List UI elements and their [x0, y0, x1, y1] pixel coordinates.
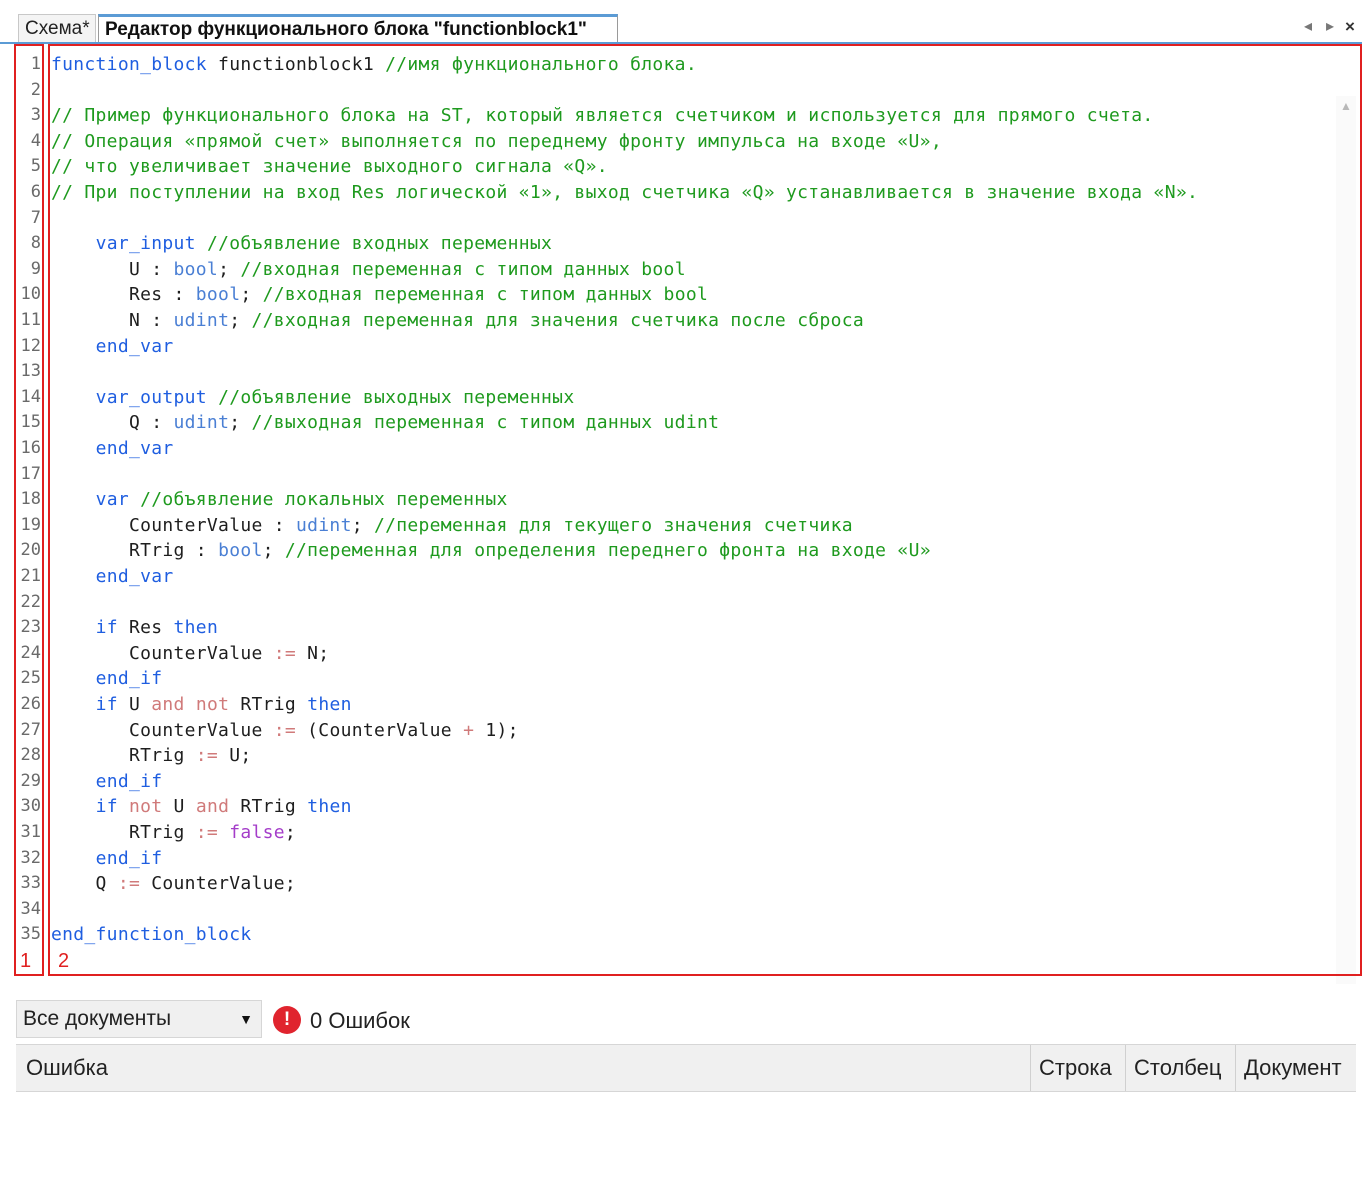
- callout-frame-code: [48, 44, 1362, 976]
- document-filter-dropdown[interactable]: Все документы ▼: [16, 1000, 262, 1038]
- callout-number-2: 2: [58, 950, 70, 972]
- callout-number-1: 1: [20, 950, 32, 972]
- tab-function-block-editor[interactable]: Редактор функционального блока "function…: [98, 14, 618, 42]
- error-list-header: Ошибка Строка Столбец Документ: [16, 1044, 1356, 1092]
- tab-bar: Схема* Редактор функционального блока "f…: [0, 0, 1362, 44]
- error-circle-icon[interactable]: !: [273, 1006, 301, 1034]
- document-filter-value: Все документы: [23, 1007, 172, 1030]
- scroll-tabs-left-icon[interactable]: ◂: [1304, 16, 1312, 38]
- close-tab-icon[interactable]: ×: [1345, 16, 1355, 38]
- callout-frame-gutter: [14, 44, 44, 976]
- tab-schema[interactable]: Схема*: [18, 14, 96, 42]
- column-header-line[interactable]: Строка: [1030, 1045, 1125, 1091]
- scroll-tabs-right-icon[interactable]: ▸: [1326, 16, 1334, 38]
- error-count-label[interactable]: 0 Ошибок: [310, 1004, 410, 1038]
- column-header-column[interactable]: Столбец: [1125, 1045, 1235, 1091]
- chevron-down-icon[interactable]: ▼: [239, 1001, 253, 1037]
- column-header-error[interactable]: Ошибка: [16, 1045, 1030, 1091]
- column-header-document[interactable]: Документ: [1235, 1045, 1356, 1091]
